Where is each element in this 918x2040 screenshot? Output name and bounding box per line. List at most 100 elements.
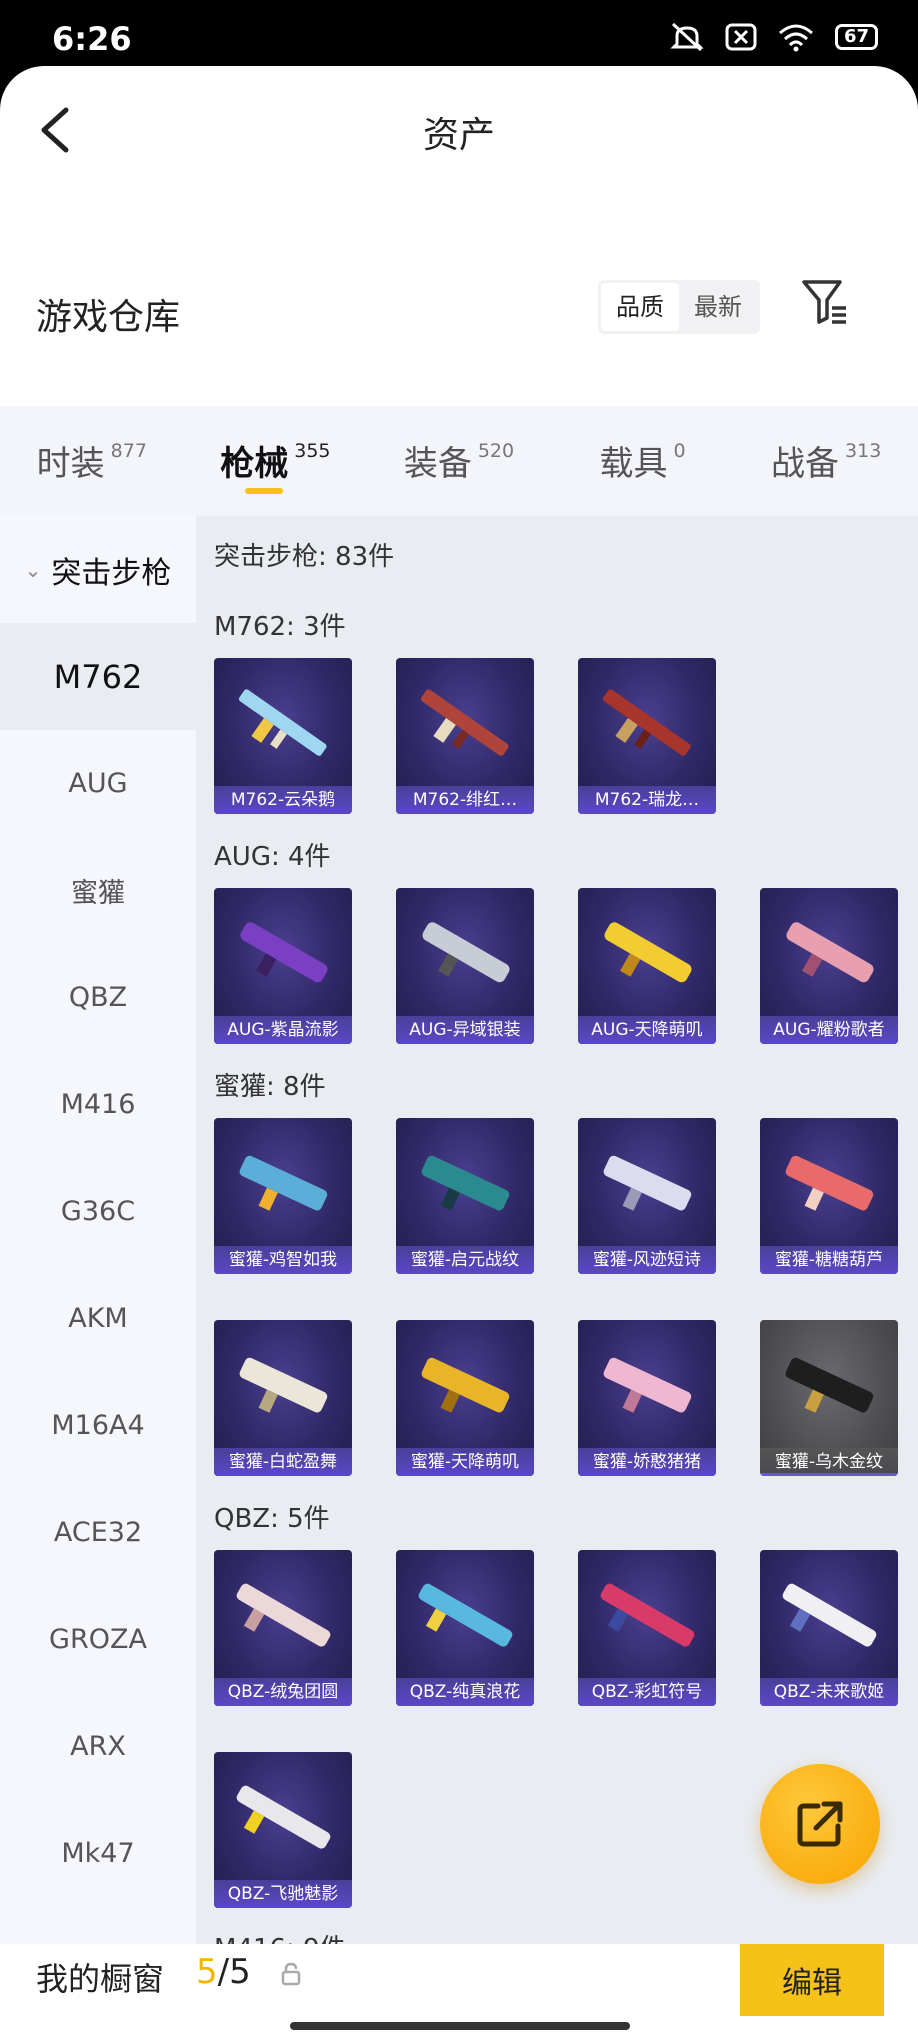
weapon-card[interactable]: AUG-异域银装	[396, 888, 534, 1044]
weapon-card-label: QBZ-未来歌姬	[760, 1678, 898, 1706]
share-icon	[797, 1801, 843, 1847]
group-title-aug: AUG: 4件	[214, 842, 331, 872]
weapon-card-label: 蜜獾-娇憨猪猪	[578, 1448, 716, 1476]
tab-equipment[interactable]: 装备 520	[367, 406, 551, 516]
sort-quality-option[interactable]: 品质	[601, 283, 679, 331]
weapon-card-label: QBZ-飞驰魅影	[214, 1880, 352, 1908]
warehouse-row: 游戏仓库 品质 最新	[0, 280, 918, 418]
weapon-card[interactable]: QBZ-飞驰魅影	[214, 1752, 352, 1908]
weapon-card[interactable]: 蜜獾-风迹短诗	[578, 1118, 716, 1274]
sidebar-item-g36c[interactable]: G36C	[0, 1158, 196, 1265]
sidebar-item-akm[interactable]: AKM	[0, 1265, 196, 1372]
weapon-card-label: 蜜獾-天降萌叽	[396, 1448, 534, 1476]
gun-skin-image	[421, 1155, 510, 1211]
weapon-card-label: 蜜獾-风迹短诗	[578, 1246, 716, 1274]
weapon-card[interactable]: 蜜獾-鸡智如我	[214, 1118, 352, 1274]
sidebar-item-m762[interactable]: M762	[0, 623, 196, 730]
weapon-card[interactable]: AUG-紫晶流影	[214, 888, 352, 1044]
sidebar-item-arx[interactable]: ARX	[0, 1693, 196, 1800]
gun-skin-image	[239, 1357, 328, 1413]
category-summary: 突击步枪: 83件	[214, 542, 395, 572]
app-screen: 资产 游戏仓库 品质 最新 时装 877 枪械 355 装备 520 载具 0 战备 31…	[0, 66, 918, 2040]
gun-skin-image	[420, 689, 509, 756]
showcase-slot-counter: 5/5	[196, 1952, 251, 1992]
weapon-card-label: AUG-耀粉歌者	[760, 1016, 898, 1044]
active-tab-indicator	[245, 488, 284, 494]
gun-skin-image	[239, 1155, 328, 1211]
sidebar-item-aug[interactable]: AUG	[0, 730, 196, 837]
weapon-card[interactable]: M762-绯红…	[396, 658, 534, 814]
weapon-grid: 突击步枪: 83件 M762: 3件 M762-云朵鹅 M762-绯红… M76…	[196, 516, 918, 1946]
status-bar: 6:26 67	[0, 0, 918, 66]
tab-vehicles[interactable]: 载具 0	[551, 406, 735, 516]
slots-separator: /	[217, 1952, 230, 1992]
gun-skin-image	[236, 1785, 331, 1849]
weapon-card-label: AUG-紫晶流影	[214, 1016, 352, 1044]
weapon-card[interactable]: M762-瑞龙…	[578, 658, 716, 814]
gun-skin-image	[238, 689, 327, 756]
sidebar-category-assault-rifles[interactable]: ⌄ 突击步枪	[0, 516, 196, 623]
weapon-card[interactable]: 蜜獾-天降萌叽	[396, 1320, 534, 1476]
tab-firearms[interactable]: 枪械 355	[184, 406, 368, 516]
gun-skin-image	[785, 1155, 874, 1211]
weapon-card[interactable]: QBZ-纯真浪花	[396, 1550, 534, 1706]
gun-skin-image	[421, 1357, 510, 1413]
weapon-card[interactable]: QBZ-彩虹符号	[578, 1550, 716, 1706]
gun-skin-image	[600, 1583, 695, 1647]
gun-skin-image	[236, 1583, 331, 1647]
weapon-card[interactable]: AUG-耀粉歌者	[760, 888, 898, 1044]
wifi-icon	[778, 24, 813, 52]
gun-skin-image	[603, 1357, 692, 1413]
tab-label: 时装	[36, 444, 105, 484]
tab-count: 877	[110, 440, 147, 462]
weapon-card[interactable]: QBZ-绒兔团圆	[214, 1550, 352, 1706]
slots-used: 5	[196, 1952, 218, 1992]
gun-skin-image	[422, 922, 510, 983]
gun-skin-image	[785, 1357, 874, 1413]
sidebar-item-groza[interactable]: GROZA	[0, 1586, 196, 1693]
weapon-card-label: QBZ-绒兔团圆	[214, 1678, 352, 1706]
sidebar-item-qbz[interactable]: QBZ	[0, 944, 196, 1051]
sidebar-category-label: 突击步枪	[51, 555, 172, 591]
status-icons: 67	[669, 22, 878, 52]
gun-skin-image	[782, 1583, 877, 1647]
weapon-card-label: 蜜獾-启元战纹	[396, 1246, 534, 1274]
header: 资产	[0, 66, 918, 196]
weapon-card[interactable]: 蜜獾-乌木金纹	[760, 1320, 898, 1476]
group-title-m762: M762: 3件	[214, 612, 346, 642]
tab-fashion[interactable]: 时装 877	[0, 406, 184, 516]
weapon-card-label: 蜜獾-白蛇盈舞	[214, 1448, 352, 1476]
weapon-card[interactable]: QBZ-未来歌姬	[760, 1550, 898, 1706]
category-tabs: 时装 877 枪械 355 装备 520 载具 0 战备 313	[0, 406, 918, 516]
share-fab-button[interactable]	[760, 1764, 880, 1884]
weapon-card[interactable]: 蜜獾-启元战纹	[396, 1118, 534, 1274]
gun-skin-image	[603, 1155, 692, 1211]
weapon-card[interactable]: 蜜獾-糖糖葫芦	[760, 1118, 898, 1274]
mute-icon	[670, 22, 704, 52]
filter-icon[interactable]	[800, 278, 848, 326]
group-title-honey-badger: 蜜獾: 8件	[214, 1072, 326, 1102]
sidebar-item-mk47[interactable]: Mk47	[0, 1800, 196, 1907]
tab-supplies[interactable]: 战备 313	[734, 406, 918, 516]
weapon-card[interactable]: M762-云朵鹅	[214, 658, 352, 814]
sidebar-item-ace32[interactable]: ACE32	[0, 1479, 196, 1586]
weapon-card[interactable]: AUG-天降萌叽	[578, 888, 716, 1044]
sort-newest-option[interactable]: 最新	[679, 283, 757, 331]
tab-label: 载具	[599, 444, 668, 484]
weapon-card-label: AUG-天降萌叽	[578, 1016, 716, 1044]
slots-total: 5	[229, 1952, 251, 1992]
weapon-card-label: M762-绯红…	[396, 786, 534, 814]
edit-button[interactable]: 编辑	[740, 1944, 884, 2016]
weapon-card[interactable]: 蜜獾-娇憨猪猪	[578, 1320, 716, 1476]
weapon-card[interactable]: 蜜獾-白蛇盈舞	[214, 1320, 352, 1476]
chevron-down-icon: ⌄	[24, 557, 42, 582]
battery-indicator: 67	[834, 24, 878, 50]
sidebar-item-honey-badger[interactable]: 蜜獾	[0, 837, 196, 944]
sidebar-item-m416[interactable]: M416	[0, 1051, 196, 1158]
tab-label: 战备	[771, 444, 840, 484]
weapon-card-label: 蜜獾-鸡智如我	[214, 1246, 352, 1274]
tab-label: 装备	[403, 444, 472, 484]
gun-skin-image	[786, 922, 874, 983]
sidebar-item-m16a4[interactable]: M16A4	[0, 1372, 196, 1479]
gun-skin-image	[418, 1583, 513, 1647]
